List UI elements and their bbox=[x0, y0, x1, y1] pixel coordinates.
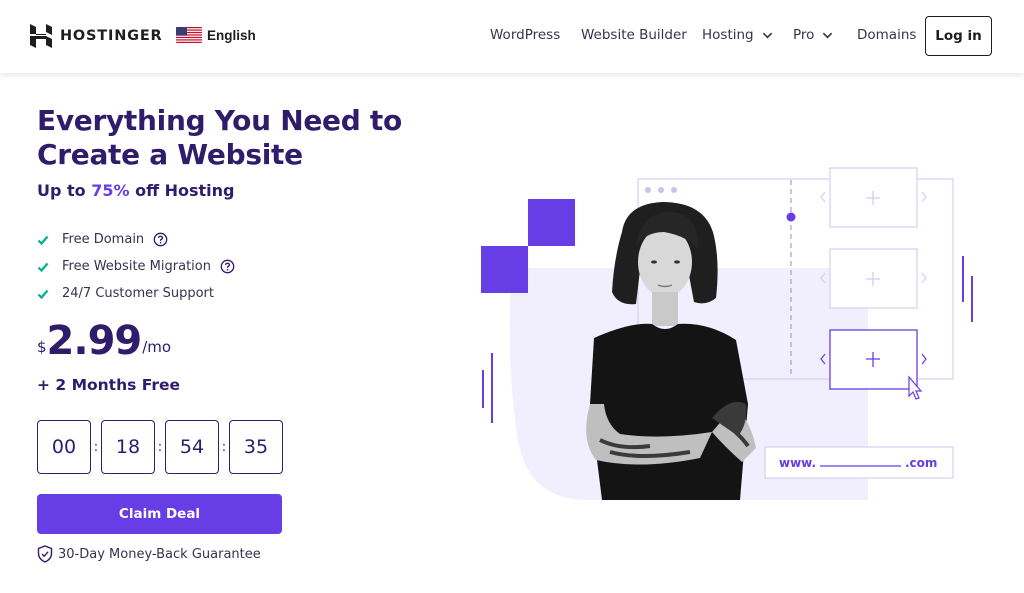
subhead-suffix: off Hosting bbox=[129, 181, 235, 200]
brand-name: HOSTINGER bbox=[60, 28, 163, 44]
feature-item: Free Website Migration bbox=[37, 253, 235, 280]
nav-website-builder[interactable]: Website Builder bbox=[581, 27, 687, 43]
price-display: $ 2.99 /mo bbox=[37, 318, 171, 364]
chevron-down-icon bbox=[762, 32, 772, 39]
feature-list: Free Domain Free Website Migration 24/7 … bbox=[37, 226, 235, 307]
timer-separator: : bbox=[221, 439, 227, 455]
nav-label: Hosting bbox=[702, 27, 754, 43]
nav-label: Pro bbox=[793, 27, 815, 43]
headline-line-2: Create a Website bbox=[37, 138, 303, 171]
check-icon bbox=[37, 262, 49, 272]
nav-label: WordPress bbox=[490, 27, 561, 43]
feature-label: 24/7 Customer Support bbox=[62, 286, 214, 301]
nav-pro[interactable]: Pro bbox=[793, 27, 833, 43]
help-icon[interactable] bbox=[153, 232, 168, 247]
url-prefix: www. bbox=[779, 456, 817, 470]
timer-separator: : bbox=[93, 439, 99, 455]
site-header: HOSTINGER English WordPress Website Buil… bbox=[0, 0, 1024, 73]
nav-wordpress[interactable]: WordPress bbox=[490, 27, 560, 43]
price-currency: $ bbox=[37, 338, 47, 356]
timer-hours: 18 bbox=[101, 420, 155, 474]
discount-percent: 75% bbox=[91, 181, 130, 200]
money-back-guarantee: 30-Day Money-Back Guarantee bbox=[37, 545, 261, 563]
subhead-prefix: Up to bbox=[37, 181, 92, 200]
hostinger-logo-icon bbox=[30, 24, 52, 48]
us-flag-icon bbox=[176, 27, 202, 43]
check-icon bbox=[37, 235, 49, 245]
check-icon bbox=[37, 289, 49, 299]
timer-days: 00 bbox=[37, 420, 91, 474]
url-suffix: .com bbox=[905, 456, 938, 470]
bonus-text: + 2 Months Free bbox=[37, 376, 181, 394]
shield-check-icon bbox=[37, 545, 53, 563]
person-photo bbox=[586, 202, 756, 500]
nav-label: Website Builder bbox=[581, 27, 687, 43]
countdown-timer: 00 : 18 : 54 : 35 bbox=[37, 420, 283, 474]
timer-separator: : bbox=[157, 439, 163, 455]
feature-item: 24/7 Customer Support bbox=[37, 280, 235, 307]
claim-deal-button[interactable]: Claim Deal bbox=[37, 494, 282, 534]
nav-hosting[interactable]: Hosting bbox=[702, 27, 773, 43]
headline-line-1: Everything You Need to bbox=[37, 104, 402, 137]
page-title: Everything You Need to Create a Website bbox=[37, 104, 437, 172]
nav-domains[interactable]: Domains bbox=[857, 27, 916, 43]
feature-item: Free Domain bbox=[37, 226, 235, 253]
feature-label: Free Domain bbox=[62, 232, 145, 247]
guarantee-label: 30-Day Money-Back Guarantee bbox=[58, 546, 261, 562]
timer-seconds: 35 bbox=[229, 420, 283, 474]
help-icon[interactable] bbox=[220, 259, 235, 274]
language-selector[interactable]: English bbox=[176, 27, 256, 43]
login-button[interactable]: Log in bbox=[925, 16, 992, 56]
chevron-down-icon bbox=[823, 32, 833, 39]
nav-label: Domains bbox=[857, 27, 917, 43]
timer-minutes: 54 bbox=[165, 420, 219, 474]
discount-subhead: Up to 75% off Hosting bbox=[37, 181, 235, 200]
feature-label: Free Website Migration bbox=[62, 259, 211, 274]
price-period: /mo bbox=[142, 338, 172, 356]
price-amount: 2.99 bbox=[46, 318, 143, 364]
hostinger-logo[interactable]: HOSTINGER bbox=[30, 24, 163, 48]
language-label: English bbox=[207, 27, 256, 43]
